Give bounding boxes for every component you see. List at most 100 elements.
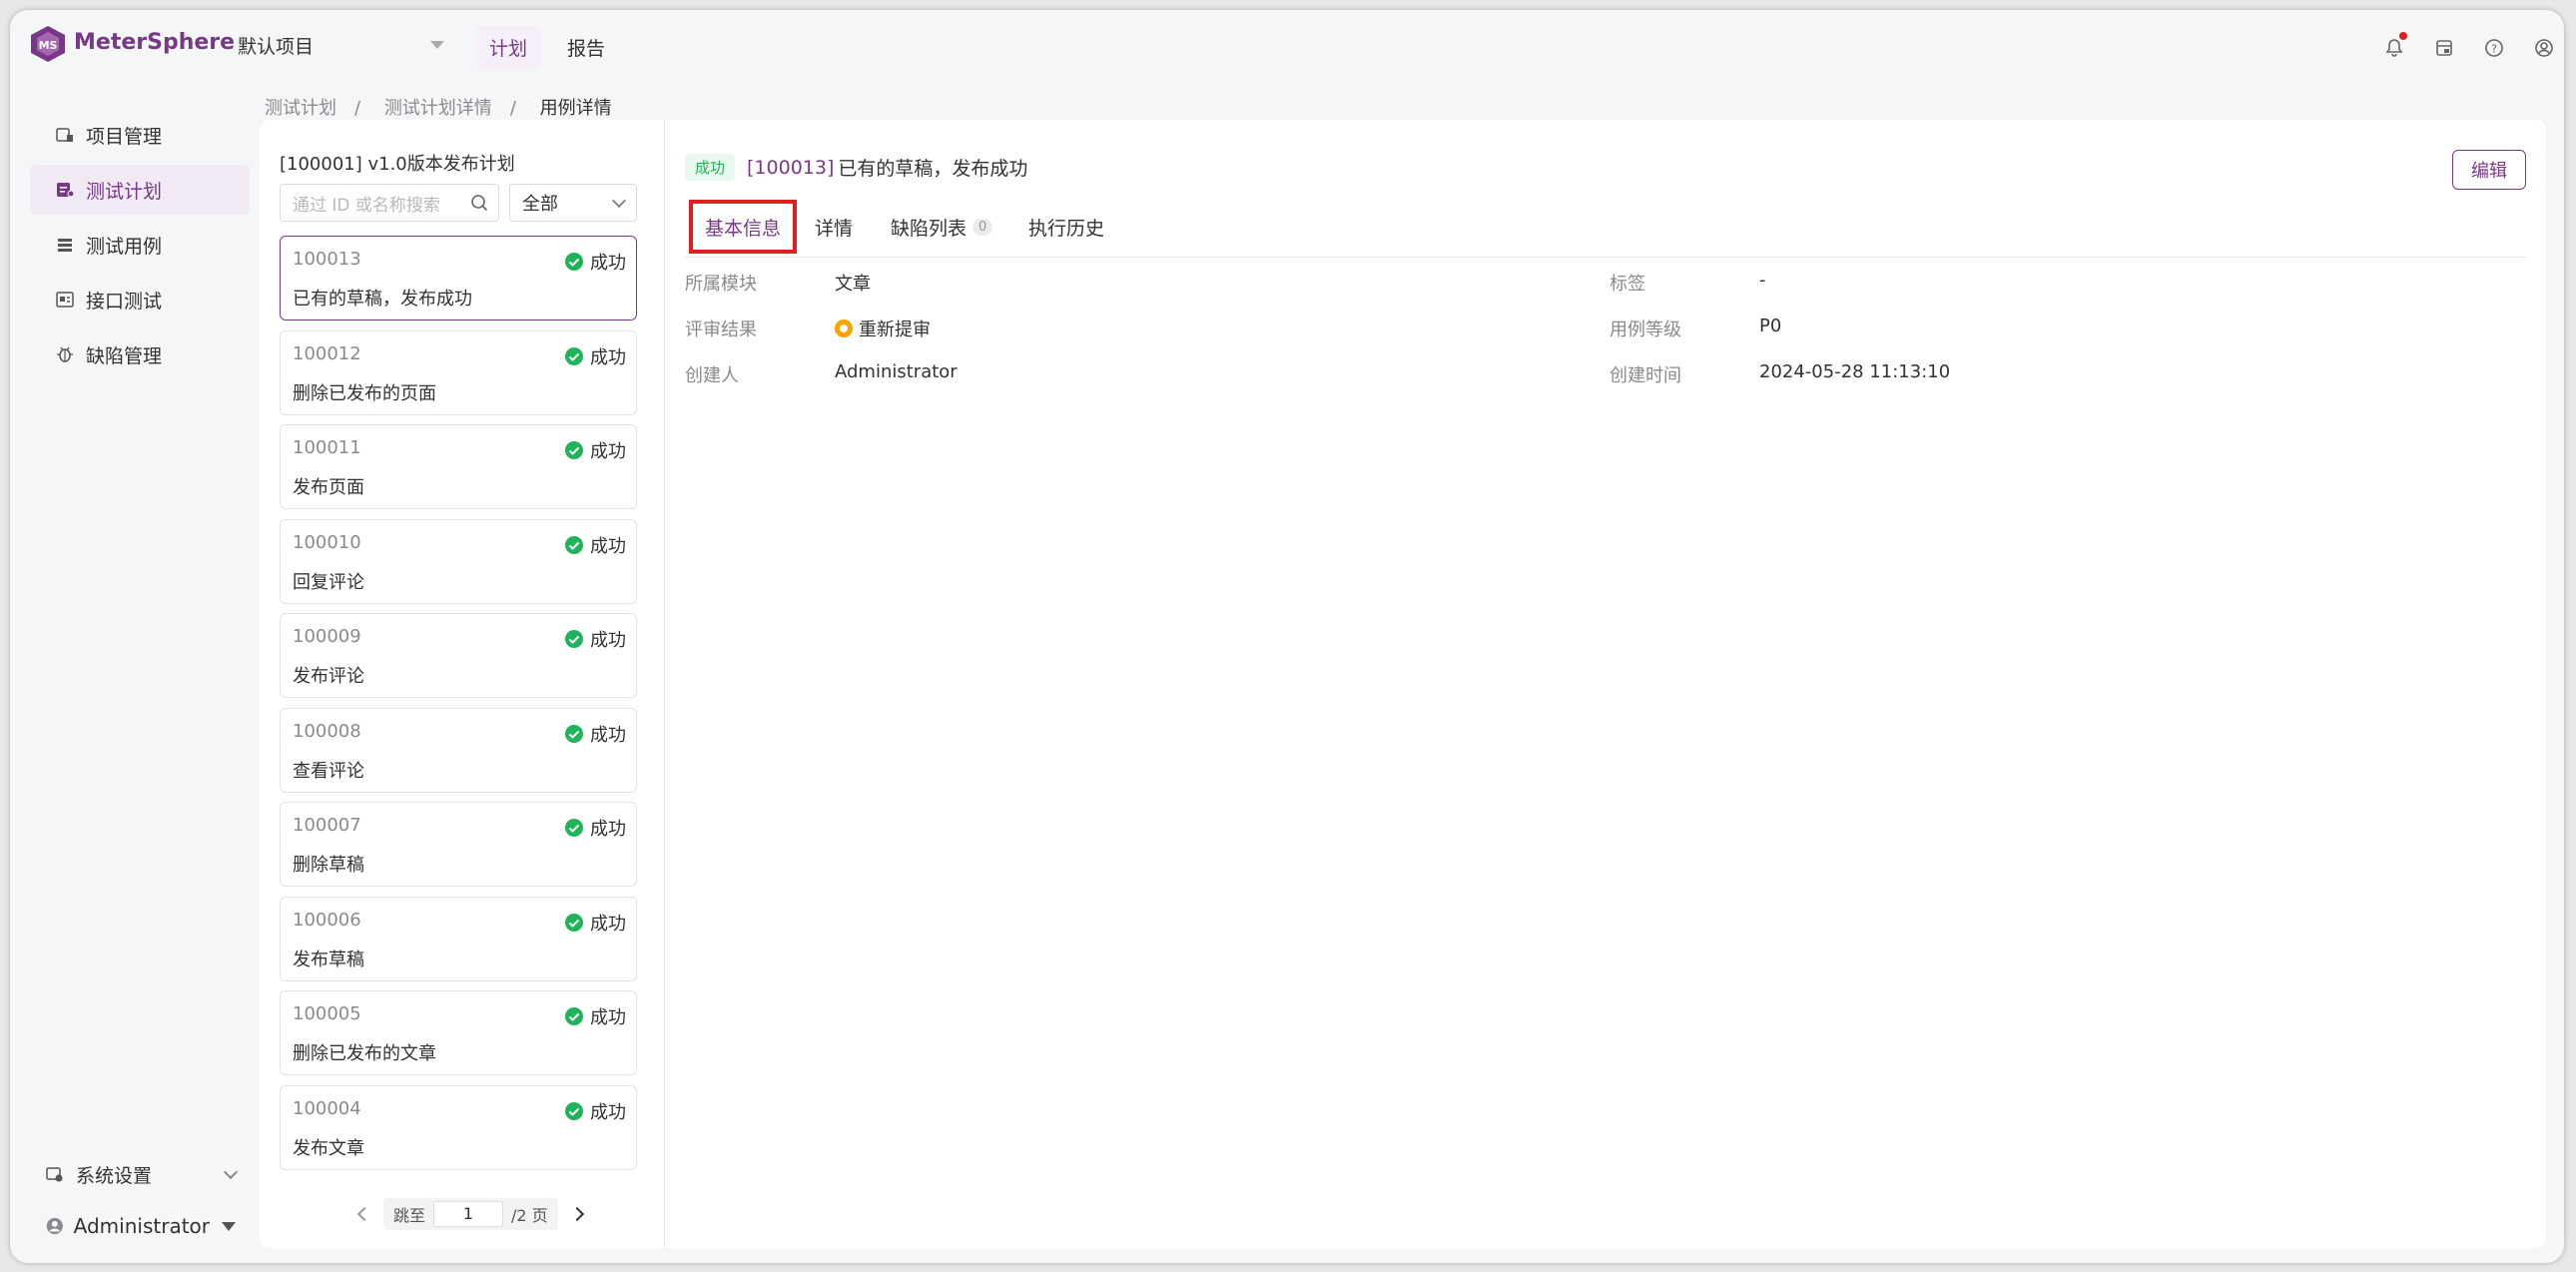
case-item[interactable]: 100005 成功 删除已发布的文章 <box>280 990 637 1075</box>
case-item[interactable]: 100010 成功 回复评论 <box>280 518 637 604</box>
breadcrumb-test-plan[interactable]: 测试计划 <box>265 98 336 119</box>
breadcrumb-plan-detail[interactable]: 测试计划详情 <box>384 98 492 119</box>
tab-bug-list[interactable]: 缺陷列表 0 <box>891 200 993 254</box>
success-check-icon <box>565 441 583 459</box>
success-check-icon <box>565 913 583 932</box>
case-status-label: 成功 <box>590 535 626 557</box>
pagination: 跳至 1 /2 页 <box>356 1198 584 1230</box>
brand-name: MeterSphere <box>74 30 236 55</box>
case-item[interactable]: 100013 成功 已有的草稿，发布成功 <box>280 236 637 320</box>
chevron-down-icon <box>611 193 627 208</box>
help-icon[interactable]: ? <box>2484 38 2504 58</box>
case-status: 成功 <box>564 1098 626 1124</box>
breadcrumb-case-detail: 用例详情 <box>539 98 612 119</box>
tab-label: 缺陷列表 <box>891 217 967 240</box>
sidebar-item-project-management[interactable]: 项目管理 <box>30 110 250 160</box>
tag-label: 标签 <box>1610 274 1645 295</box>
sidebar-item-bug-management[interactable]: 缺陷管理 <box>30 329 250 379</box>
api-test-icon <box>56 292 74 308</box>
task-center-icon[interactable] <box>2434 38 2454 58</box>
case-status: 成功 <box>564 343 626 369</box>
test-plan-icon <box>57 183 74 198</box>
plan-title: [100001] v1.0版本发布计划 <box>280 154 515 175</box>
sidebar-item-label: 缺陷管理 <box>86 344 163 367</box>
case-name: 已有的草稿，发布成功 <box>293 289 472 310</box>
bug-icon <box>57 346 73 362</box>
project-select[interactable]: 默认项目 <box>238 28 452 62</box>
case-id: 100006 <box>293 909 361 931</box>
tab-details[interactable]: 详情 <box>815 200 853 254</box>
case-status: 成功 <box>564 532 626 558</box>
field-row: 评审结果 重新提审 用例等级 P0 <box>685 316 2526 361</box>
chevron-left-icon[interactable] <box>356 1206 372 1222</box>
tab-basic-info[interactable]: 基本信息 <box>689 200 798 254</box>
case-status-label: 成功 <box>590 724 626 746</box>
case-item[interactable]: 100004 成功 发布文章 <box>280 1084 637 1170</box>
case-status-label: 成功 <box>590 346 626 368</box>
status-filter-value: 全部 <box>522 194 558 215</box>
tab-execution-history[interactable]: 执行历史 <box>1028 200 1104 254</box>
page-jump-label: 跳至 <box>393 1206 426 1225</box>
case-id: 100012 <box>293 342 361 364</box>
case-stack-icon <box>58 239 72 252</box>
review-result-value: 重新提审 <box>835 316 931 341</box>
case-id: 100010 <box>293 531 361 553</box>
case-status-label: 成功 <box>590 253 626 274</box>
status-filter-select[interactable]: 全部 <box>509 184 637 222</box>
case-item[interactable]: 100011 成功 发布页面 <box>280 424 637 509</box>
case-item[interactable]: 100009 成功 发布评论 <box>280 613 637 698</box>
success-check-icon <box>565 1101 583 1120</box>
success-check-icon <box>565 346 583 365</box>
case-item[interactable]: 100008 成功 查看评论 <box>280 707 637 793</box>
topnav-report[interactable]: 报告 <box>553 26 619 69</box>
tab-label: 执行历史 <box>1028 217 1105 240</box>
detail-tabs: 基本信息 详情 缺陷列表 0 执行历史 <box>685 192 2526 258</box>
case-item[interactable]: 100012 成功 删除已发布的页面 <box>280 329 637 415</box>
page-number-input[interactable]: 1 <box>433 1201 504 1227</box>
review-result-text: 重新提审 <box>859 319 931 340</box>
sidebar-item-label: 测试计划 <box>86 180 163 203</box>
user-name: Administrator <box>73 1214 210 1238</box>
edit-button[interactable]: 编辑 <box>2452 150 2526 190</box>
success-check-icon <box>565 253 583 271</box>
main-panel: [100001] v1.0版本发布计划 通过 ID 或名称搜索 全部 10001… <box>260 120 2546 1248</box>
case-detail-title: 已有的草稿，发布成功 <box>838 158 1028 180</box>
caret-down-icon <box>430 41 444 49</box>
case-detail: 成功 [100013] 已有的草稿，发布成功 编辑 基本信息 详情 缺陷列表 0 … <box>665 120 2546 1248</box>
user-settings-icon[interactable] <box>2534 38 2554 58</box>
case-id: 100009 <box>293 626 361 647</box>
sidebar-item-system-settings[interactable]: 系统设置 <box>46 1156 239 1192</box>
case-item[interactable]: 100007 成功 删除草稿 <box>280 802 637 887</box>
sidebar-item-test-case[interactable]: 测试用例 <box>30 220 250 270</box>
module-value: 文章 <box>835 274 871 295</box>
page-total: /2 页 <box>511 1206 548 1225</box>
sidebar-item-api-test[interactable]: 接口测试 <box>30 275 250 324</box>
field-row: 所属模块 文章 标签 - <box>685 270 2526 316</box>
top-bar: MS MeterSphere 默认项目 计划 报告 ? <box>10 10 2564 82</box>
system-settings-label: 系统设置 <box>76 1164 153 1187</box>
metersphere-logo-icon: MS <box>31 26 65 62</box>
user-menu[interactable]: Administrator <box>46 1206 236 1246</box>
basic-info-fields: 所属模块 文章 标签 - 评审结果 重新提审 用例等级 P0 创建人 Admin… <box>685 270 2526 407</box>
case-status-label: 成功 <box>590 630 626 651</box>
case-status: 成功 <box>564 249 626 275</box>
success-check-icon <box>565 630 583 648</box>
case-status-label: 成功 <box>590 1007 626 1028</box>
folder-settings-icon <box>56 128 73 142</box>
system-settings-icon <box>46 1167 63 1182</box>
topnav-plan[interactable]: 计划 <box>475 26 542 69</box>
chevron-right-icon[interactable] <box>569 1206 584 1222</box>
case-name: 发布评论 <box>293 666 364 687</box>
creator-value: Administrator <box>835 361 958 382</box>
case-item[interactable]: 100006 成功 发布草稿 <box>280 896 637 981</box>
case-status-label: 成功 <box>590 441 626 462</box>
sidebar-item-test-plan[interactable]: 测试计划 <box>30 165 250 215</box>
search-input[interactable]: 通过 ID 或名称搜索 <box>280 184 499 222</box>
sidebar: 项目管理 测试计划 测试用例 接口测试 缺陷管理 <box>30 110 250 384</box>
case-name: 查看评论 <box>293 760 364 782</box>
app-window: MS MeterSphere 默认项目 计划 报告 ? 测试计划 / 测试计划详… <box>10 10 2564 1263</box>
case-status: 成功 <box>564 721 626 747</box>
case-status-label: 成功 <box>590 913 626 935</box>
bell-icon[interactable] <box>2384 32 2407 58</box>
case-id: 100008 <box>293 720 361 742</box>
